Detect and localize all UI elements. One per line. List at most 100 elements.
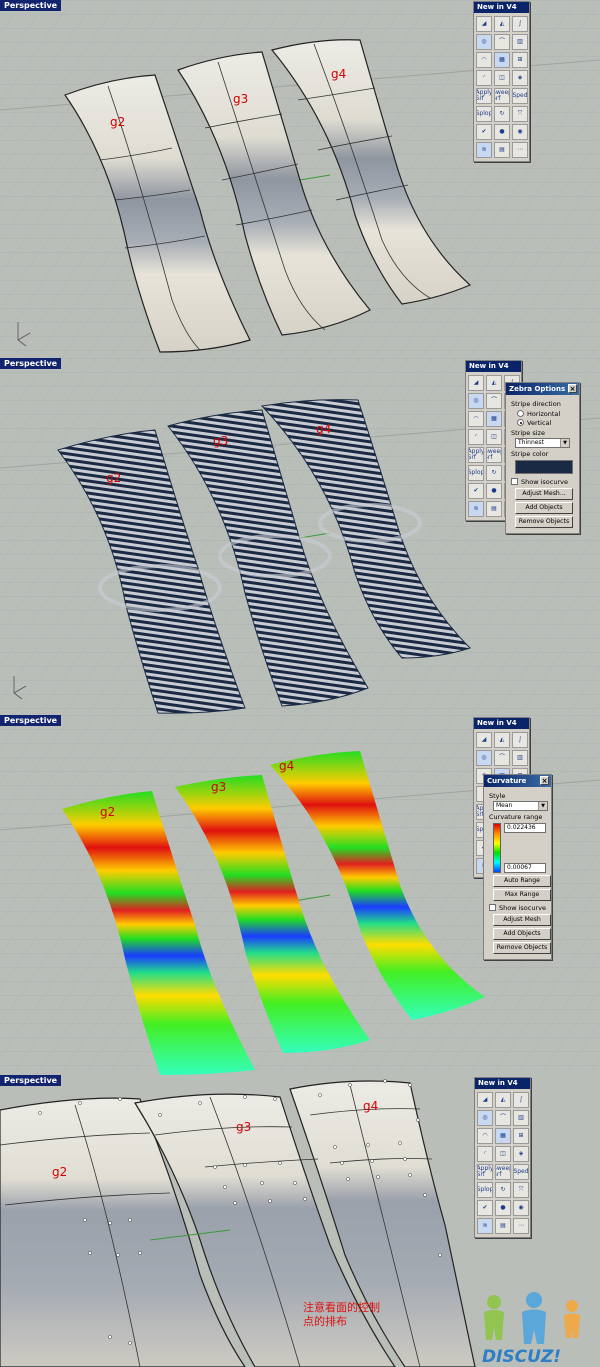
mesh-icon[interactable]: ▤ [494,142,510,158]
viewport-shaded[interactable]: Perspective g2 g3 g4 New in V4 ◢ ◭ ∫ ◎ ⌒… [0,0,600,358]
more-icon[interactable]: ⋯ [513,1218,529,1234]
scale-icon[interactable]: ⤧ [512,106,528,122]
viewport-tab[interactable]: Perspective [0,715,62,726]
viewport-curvature[interactable]: Perspective g2 g3 g4 New in V4 ◢ ◭ ∫ ◎ ⌒… [0,715,600,1075]
dialog-title[interactable]: Curvature × [484,775,551,787]
splop-button[interactable]: Splop [477,1182,493,1198]
remove-objects-button[interactable]: Remove Objects [493,942,551,954]
curve-icon[interactable]: ∫ [512,732,528,748]
new-in-v4-toolbar[interactable]: New in V4 ◢ ◭ ∫ ◎ ⌒ ▥ ◠ ▦ ⊞ ◜ ◫ ◈ Apply … [473,1,530,162]
viewport-tab[interactable]: Perspective [0,0,62,11]
loft-icon[interactable]: ▥ [513,1110,529,1126]
add-objects-button[interactable]: Add Objects [515,502,573,514]
scale-icon[interactable]: ⤧ [513,1182,529,1198]
sweep-srf-button[interactable]: Sweep Srf [486,447,502,463]
sweep-srf-button[interactable]: Sweep Srf [494,88,510,104]
sped-button[interactable]: Sped [513,1164,529,1180]
range-max-field[interactable]: 0.022436 [504,823,546,833]
extend-icon[interactable]: ⊞ [513,1128,529,1144]
arc-icon[interactable]: ⌒ [494,34,510,50]
globe-icon[interactable]: ◉ [512,124,528,140]
splop-button[interactable]: Splop [468,465,484,481]
stripe-size-select[interactable]: Thinnest ▼ [515,438,570,448]
patch-icon[interactable]: ▦ [486,411,502,427]
extend-icon[interactable]: ⊞ [512,52,528,68]
loft-icon[interactable]: ▥ [512,34,528,50]
show-isocurve-checkbox[interactable]: Show isocurve [489,903,546,912]
sweep-srf-button[interactable]: Sweep Srf [495,1164,511,1180]
blend-icon[interactable]: ◭ [495,1092,511,1108]
curve-icon[interactable]: ∫ [512,16,528,32]
viewport-zebra[interactable]: Perspective g2 g3 g4 New in V4 ◢ ◭ ◎ ⌒ ◠… [0,358,600,715]
rotate-icon[interactable]: ↻ [494,106,510,122]
arc-icon[interactable]: ⌒ [495,1110,511,1126]
curve-icon[interactable]: ∫ [513,1092,529,1108]
match-srf-icon[interactable]: ◢ [477,1092,493,1108]
show-isocurve-checkbox[interactable]: Show isocurve [511,477,574,486]
close-icon[interactable]: × [540,776,549,785]
more-icon[interactable]: ⋯ [512,142,528,158]
mesh-icon[interactable]: ▤ [495,1218,511,1234]
shell-icon[interactable]: ◈ [512,70,528,86]
swirl-icon[interactable]: ◎ [476,750,492,766]
vertical-radio[interactable]: Vertical [517,418,574,427]
splop-button[interactable]: Splop [476,106,492,122]
range-min-field[interactable]: 0.00067 [504,863,546,873]
shell-icon[interactable]: ◈ [513,1146,529,1162]
match-srf-icon[interactable]: ◢ [468,375,484,391]
loft-icon[interactable]: ▥ [512,750,528,766]
check-icon[interactable]: ✔ [476,124,492,140]
globe-icon[interactable]: ◉ [513,1200,529,1216]
arc-icon[interactable]: ⌒ [494,750,510,766]
mesh-icon[interactable]: ▤ [486,501,502,517]
new-in-v4-toolbar[interactable]: New in V4 ◢ ◭ ∫ ◎ ⌒ ▥ ◠ ▦ ⊞ ◜ ◫ ◈ Apply … [474,1077,531,1238]
rotate-icon[interactable]: ↻ [495,1182,511,1198]
apply-srf-button[interactable]: Apply Srf [477,1164,493,1180]
fillet-icon[interactable]: ◜ [477,1146,493,1162]
max-range-button[interactable]: Max Range [493,889,551,901]
zebra-icon[interactable]: ≋ [476,142,492,158]
remove-objects-button[interactable]: Remove Objects [515,516,573,528]
network-icon[interactable]: ◫ [495,1146,511,1162]
fillet-icon[interactable]: ◜ [476,70,492,86]
swirl-icon[interactable]: ◎ [476,34,492,50]
close-icon[interactable]: × [568,384,577,393]
sweep-icon[interactable]: ◠ [477,1128,493,1144]
swirl-icon[interactable]: ◎ [468,393,484,409]
chevron-down-icon[interactable]: ▼ [538,802,547,810]
dialog-title[interactable]: Zebra Options × [506,383,579,395]
network-icon[interactable]: ◫ [494,70,510,86]
zebra-icon[interactable]: ≋ [477,1218,493,1234]
match-srf-icon[interactable]: ◢ [476,16,492,32]
swirl-icon[interactable]: ◎ [477,1110,493,1126]
zebra-icon[interactable]: ≋ [468,501,484,517]
curvature-dialog[interactable]: Curvature × Style Mean ▼ Curvature range 0… [483,774,552,960]
sphere-icon[interactable]: ● [495,1200,511,1216]
apply-srf-button[interactable]: Apply Srf [476,88,492,104]
check-icon[interactable]: ✔ [468,483,484,499]
auto-range-button[interactable]: Auto Range [493,875,551,887]
sweep-icon[interactable]: ◠ [468,411,484,427]
blend-icon[interactable]: ◭ [486,375,502,391]
sweep-icon[interactable]: ◠ [476,52,492,68]
fillet-icon[interactable]: ◜ [468,429,484,445]
sped-button[interactable]: Sped [512,88,528,104]
patch-icon[interactable]: ▦ [494,52,510,68]
check-icon[interactable]: ✔ [477,1200,493,1216]
viewport-tab[interactable]: Perspective [0,1075,62,1086]
network-icon[interactable]: ◫ [486,429,502,445]
apply-srf-button[interactable]: Apply Srf [468,447,484,463]
rotate-icon[interactable]: ↻ [486,465,502,481]
style-select[interactable]: Mean ▼ [493,801,548,811]
viewport-tab[interactable]: Perspective [0,358,62,369]
blend-icon[interactable]: ◭ [494,732,510,748]
chevron-down-icon[interactable]: ▼ [560,439,569,447]
blend-icon[interactable]: ◭ [494,16,510,32]
patch-icon[interactable]: ▦ [495,1128,511,1144]
add-objects-button[interactable]: Add Objects [493,928,551,940]
zebra-options-dialog[interactable]: Zebra Options × Stripe direction Horizont… [505,382,580,534]
adjust-mesh-button[interactable]: Adjust Mesh... [515,488,573,500]
arc-icon[interactable]: ⌒ [486,393,502,409]
sphere-icon[interactable]: ● [486,483,502,499]
adjust-mesh-button[interactable]: Adjust Mesh [493,914,551,926]
